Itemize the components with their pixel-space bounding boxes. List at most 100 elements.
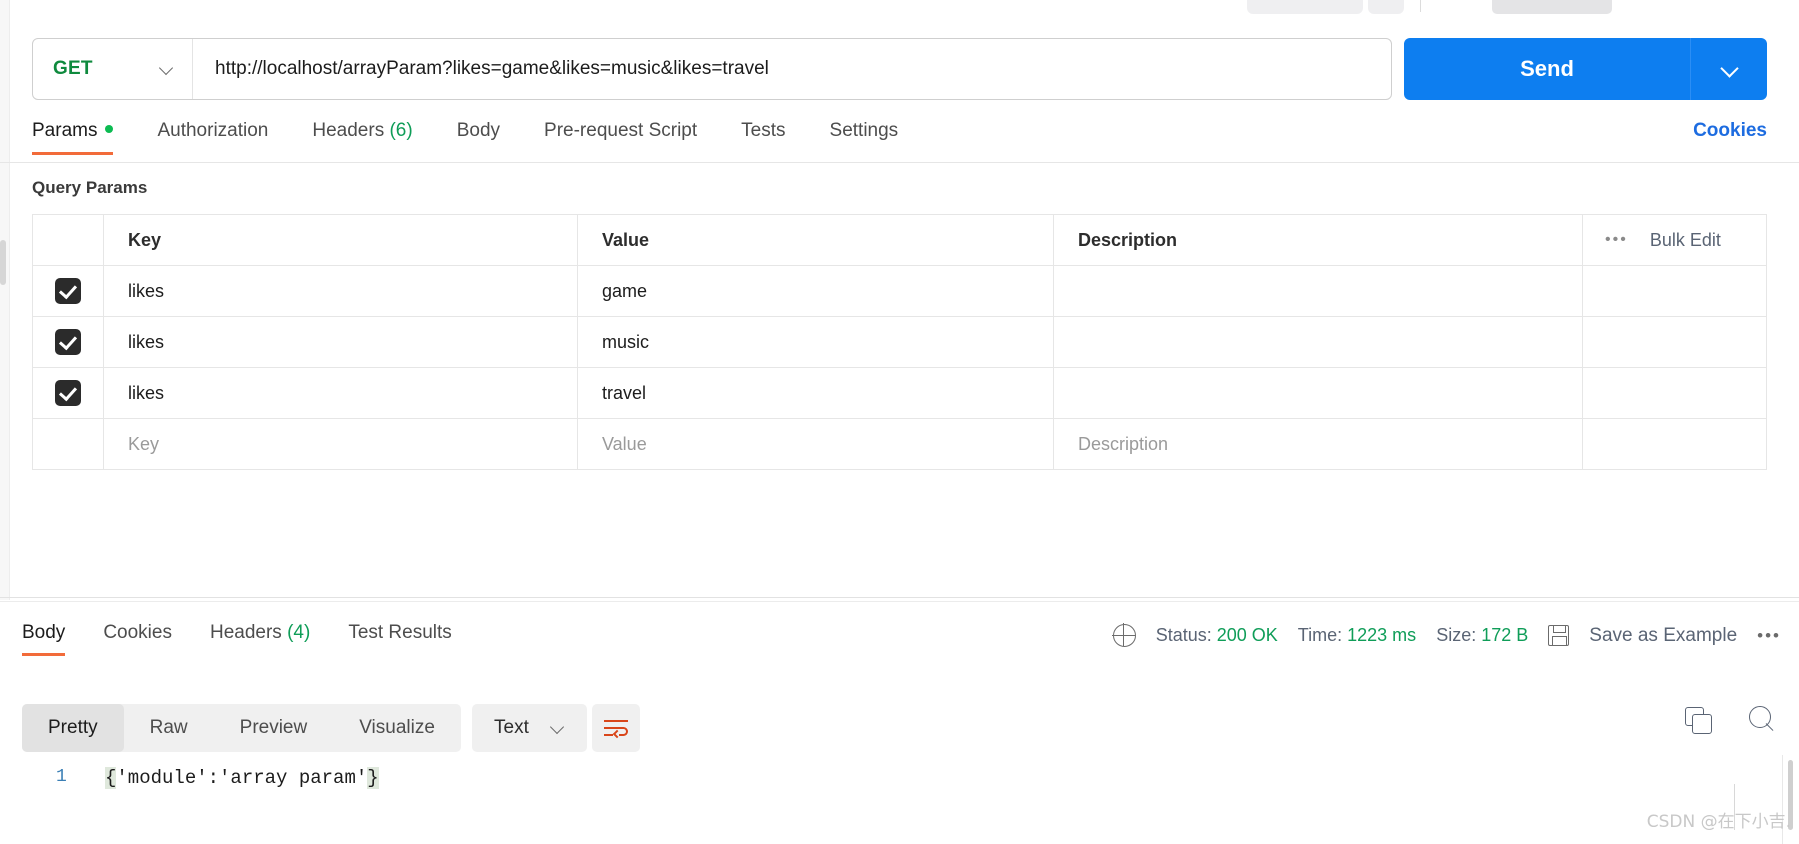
cookies-link[interactable]: Cookies xyxy=(1693,120,1767,142)
send-options-button[interactable] xyxy=(1691,61,1767,77)
row-key[interactable]: likes xyxy=(128,281,164,302)
table-row[interactable]: likes travel xyxy=(33,368,1766,419)
size-badge: Size: 172 B xyxy=(1436,625,1528,646)
chevron-down-icon xyxy=(160,62,174,76)
column-header-key: Key xyxy=(128,229,162,250)
chrome-pill-left xyxy=(1247,0,1363,14)
word-wrap-icon xyxy=(604,719,628,739)
tab-params[interactable]: Params xyxy=(32,120,114,155)
code-line-content[interactable]: {'module':'array param'} xyxy=(105,767,379,789)
header-checkbox-cell xyxy=(33,215,104,265)
content-type-selector[interactable]: Text xyxy=(472,704,587,752)
tab-headers-label: Headers xyxy=(312,120,385,141)
size-label: Size: xyxy=(1436,625,1477,645)
time-label: Time: xyxy=(1297,625,1343,645)
table-row[interactable]: likes music xyxy=(33,317,1766,368)
format-raw-button[interactable]: Raw xyxy=(124,704,214,752)
more-horizontal-icon[interactable]: ••• xyxy=(1605,232,1628,248)
floppy-disk-icon[interactable] xyxy=(1548,625,1570,646)
send-button[interactable]: Send xyxy=(1404,38,1767,100)
response-status-bar: Status: 200 OK Time: 1223 ms Size: 172 B… xyxy=(1112,623,1781,647)
status-label: Status: xyxy=(1155,625,1212,645)
format-pretty-button[interactable]: Pretty xyxy=(22,704,124,752)
row-actions xyxy=(1582,368,1766,418)
response-tab-headers-count: (4) xyxy=(287,622,311,643)
chrome-pill-right xyxy=(1492,0,1612,14)
query-params-title: Query Params xyxy=(32,178,148,197)
format-preview-button[interactable]: Preview xyxy=(214,704,334,752)
tab-body[interactable]: Body xyxy=(457,120,500,155)
size-value: 172 B xyxy=(1481,625,1529,645)
word-wrap-button[interactable] xyxy=(592,704,640,752)
request-tabs-underline xyxy=(0,162,1799,163)
chrome-pill-mid xyxy=(1368,0,1404,14)
response-tab-test-results[interactable]: Test Results xyxy=(348,622,451,656)
table-row[interactable]: likes game xyxy=(33,266,1766,317)
copy-icon[interactable] xyxy=(1685,707,1712,734)
code-body-text: 'module':'array param' xyxy=(116,767,368,789)
chevron-down-icon xyxy=(1721,61,1737,77)
response-format-group: Pretty Raw Preview Visualize xyxy=(22,704,461,752)
row-checkbox[interactable] xyxy=(55,278,81,304)
time-badge: Time: 1223 ms xyxy=(1298,625,1416,646)
row-checkbox[interactable] xyxy=(55,329,81,355)
row-key[interactable]: likes xyxy=(128,332,164,353)
tab-headers[interactable]: Headers (6) xyxy=(312,120,412,155)
code-open-brace: { xyxy=(105,767,117,789)
content-type-label: Text xyxy=(494,717,529,738)
new-value-input[interactable]: Value xyxy=(602,434,647,455)
column-header-value: Value xyxy=(602,229,650,250)
tab-params-label: Params xyxy=(32,120,98,141)
tab-tests[interactable]: Tests xyxy=(741,120,785,155)
pane-splitter[interactable] xyxy=(0,597,1799,598)
url-input-box[interactable]: GET http://localhost/arrayParam?likes=ga… xyxy=(32,38,1392,100)
http-method-selector[interactable]: GET xyxy=(33,39,193,99)
left-scroll-rail[interactable] xyxy=(0,0,10,600)
response-tabs: Body Cookies Headers (4) Test Results xyxy=(22,622,490,656)
code-close-brace: } xyxy=(367,767,379,789)
response-tab-body[interactable]: Body xyxy=(22,622,66,656)
format-visualize-button[interactable]: Visualize xyxy=(333,704,461,752)
status-value: 200 OK xyxy=(1216,625,1278,645)
column-header-description: Description xyxy=(1078,229,1178,250)
time-value: 1223 ms xyxy=(1347,625,1417,645)
empty-row-actions xyxy=(1582,419,1766,469)
url-input[interactable]: http://localhost/arrayParam?likes=game&l… xyxy=(193,58,1391,80)
response-body-code[interactable]: 1 {'module':'array param'} xyxy=(0,762,1799,822)
tab-headers-count: (6) xyxy=(389,120,413,141)
row-value[interactable]: travel xyxy=(602,383,646,404)
row-key[interactable]: likes xyxy=(128,383,164,404)
send-button-label: Send xyxy=(1520,56,1574,81)
pane-splitter-shadow xyxy=(0,601,1799,602)
search-icon[interactable] xyxy=(1749,706,1777,734)
row-checkbox[interactable] xyxy=(55,380,81,406)
tab-settings[interactable]: Settings xyxy=(830,120,899,155)
bulk-edit-button[interactable]: Bulk Edit xyxy=(1650,230,1721,251)
more-horizontal-icon[interactable]: ••• xyxy=(1757,626,1781,646)
row-value[interactable]: music xyxy=(602,332,649,353)
chrome-divider xyxy=(1420,0,1421,12)
http-method-label: GET xyxy=(53,58,93,79)
postman-window: GET http://localhost/arrayParam?likes=ga… xyxy=(0,0,1799,844)
code-line-number: 1 xyxy=(56,767,67,787)
table-header-row: Key Value Description ••• Bulk Edit xyxy=(33,215,1766,266)
query-params-table: Key Value Description ••• Bulk Edit like… xyxy=(32,214,1767,470)
request-url-row: GET http://localhost/arrayParam?likes=ga… xyxy=(32,38,1767,100)
request-tabs: Params Authorization Headers (6) Body Pr… xyxy=(32,120,1767,162)
new-description-input[interactable]: Description xyxy=(1078,434,1168,455)
watermark: CSDN @在下小吉. xyxy=(1646,812,1791,832)
save-as-example-button[interactable]: Save as Example xyxy=(1589,625,1737,647)
row-value[interactable]: game xyxy=(602,281,647,302)
row-actions xyxy=(1582,317,1766,367)
left-scroll-thumb[interactable] xyxy=(0,240,6,285)
response-tab-cookies[interactable]: Cookies xyxy=(103,622,172,656)
tab-authorization[interactable]: Authorization xyxy=(157,120,268,155)
new-key-input[interactable]: Key xyxy=(128,434,159,455)
empty-row-checkbox-cell xyxy=(33,419,104,469)
top-chrome-strip xyxy=(0,0,1799,16)
status-badge: Status: 200 OK xyxy=(1156,625,1278,646)
table-empty-row[interactable]: Key Value Description xyxy=(33,419,1766,470)
params-indicator-dot xyxy=(105,124,114,133)
tab-pre-request-script[interactable]: Pre-request Script xyxy=(544,120,697,155)
response-tab-headers[interactable]: Headers (4) xyxy=(210,622,310,656)
